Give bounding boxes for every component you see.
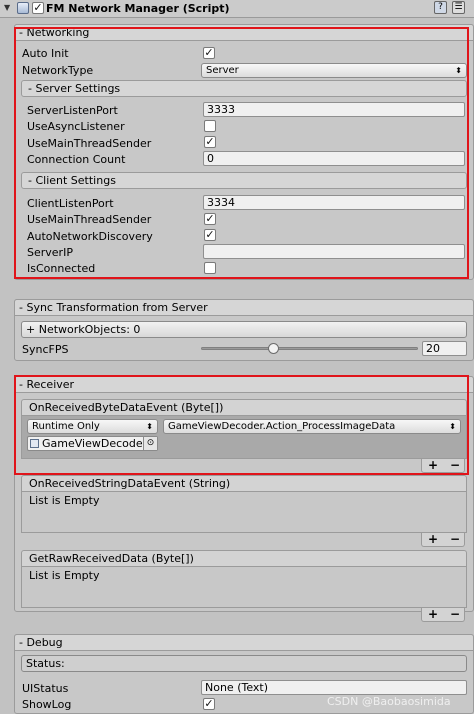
add-listener-button[interactable]: + [428, 459, 438, 471]
ui-status-field[interactable]: None (Text) [201, 680, 467, 695]
network-objects-foldout[interactable]: + NetworkObjects: 0 [21, 321, 467, 338]
server-ip-label: ServerIP [27, 246, 73, 259]
runtime-mode-dropdown[interactable]: Runtime Only ⬍ [27, 419, 158, 434]
string-event-header: OnReceivedStringDataEvent (String) [21, 475, 467, 491]
raw-data-event-list: List is Empty [21, 566, 467, 608]
use-async-listener-checkbox[interactable] [204, 120, 216, 132]
connection-count-field[interactable]: 0 [203, 151, 465, 166]
sync-fps-slider-thumb[interactable] [267, 343, 279, 354]
sync-fps-field[interactable]: 20 [422, 341, 467, 356]
add-listener-button[interactable]: + [428, 533, 438, 545]
runtime-mode-value: Runtime Only [32, 421, 100, 432]
dropdown-caret-icon: ⬍ [146, 422, 153, 431]
component-header[interactable]: ▼ ✓ FM Network Manager (Script) ? ☰ [0, 0, 474, 18]
script-icon [17, 2, 29, 14]
object-picker-icon[interactable]: ⊙ [143, 437, 157, 450]
client-listen-port-label: ClientListenPort [27, 197, 114, 210]
is-connected-checkbox[interactable] [204, 262, 216, 274]
event-function-value: GameViewDecoder.Action_ProcessImageData [168, 421, 396, 432]
network-type-dropdown[interactable]: Server ⬍ [201, 63, 467, 78]
connection-count-label: Connection Count [27, 153, 126, 166]
status-box: Status: [21, 655, 467, 672]
auto-init-label: Auto Init [22, 47, 69, 60]
settings-menu-icon[interactable]: ☰ [452, 1, 465, 14]
networking-header[interactable]: - Networking [14, 24, 474, 41]
server-main-thread-checkbox[interactable]: ✓ [204, 136, 216, 148]
add-listener-button[interactable]: + [428, 608, 438, 620]
server-settings-header[interactable]: - Server Settings [21, 80, 467, 97]
fold-arrow-icon[interactable]: ▼ [4, 3, 10, 12]
help-icon[interactable]: ? [434, 1, 447, 14]
sync-fps-label: SyncFPS [22, 343, 69, 356]
network-type-value: Server [206, 65, 239, 76]
event-target-object-field[interactable]: GameViewDecoder ⊙ [27, 436, 158, 451]
client-settings-header[interactable]: - Client Settings [21, 172, 467, 189]
dropdown-caret-icon: ⬍ [449, 422, 456, 431]
raw-data-event-header: GetRawReceivedData (Byte[]) [21, 550, 467, 566]
component-title: FM Network Manager (Script) [46, 2, 230, 15]
show-log-label: ShowLog [22, 698, 72, 711]
ui-status-label: UIStatus [22, 682, 69, 695]
dropdown-caret-icon: ⬍ [455, 66, 462, 75]
receiver-header[interactable]: - Receiver [14, 376, 474, 393]
string-event-empty-text: List is Empty [29, 494, 100, 507]
network-type-label: NetworkType [22, 64, 94, 77]
byte-event-list-controls: + − [421, 459, 465, 473]
component-enabled-checkbox[interactable]: ✓ [32, 2, 44, 14]
auto-network-discovery-label: AutoNetworkDiscovery [27, 230, 153, 243]
remove-listener-button[interactable]: − [450, 533, 460, 545]
auto-network-discovery-checkbox[interactable]: ✓ [204, 229, 216, 241]
is-connected-label: IsConnected [27, 262, 96, 275]
server-main-thread-label: UseMainThreadSender [27, 137, 152, 150]
client-main-thread-checkbox[interactable]: ✓ [204, 213, 216, 225]
watermark-text: CSDN @Baobaosimida [327, 695, 451, 708]
sync-header[interactable]: - Sync Transformation from Server [14, 299, 474, 316]
remove-listener-button[interactable]: − [450, 459, 460, 471]
remove-listener-button[interactable]: − [450, 608, 460, 620]
debug-header[interactable]: - Debug [14, 634, 474, 651]
client-main-thread-label: UseMainThreadSender [27, 213, 152, 226]
string-event-list: List is Empty [21, 491, 467, 533]
raw-data-event-empty-text: List is Empty [29, 569, 100, 582]
client-listen-port-field[interactable]: 3334 [203, 195, 465, 210]
event-target-object-value: GameViewDecoder [42, 437, 148, 450]
string-event-list-controls: + − [421, 533, 465, 547]
show-log-checkbox[interactable]: ✓ [203, 698, 215, 710]
auto-init-checkbox[interactable]: ✓ [203, 47, 215, 59]
raw-data-event-list-controls: + − [421, 608, 465, 622]
gameobject-icon [30, 439, 39, 448]
server-ip-field[interactable] [203, 244, 465, 259]
sync-fps-slider-track[interactable] [201, 347, 418, 350]
server-listen-port-label: ServerListenPort [27, 104, 118, 117]
use-async-listener-label: UseAsyncListener [27, 120, 125, 133]
byte-event-header: OnReceivedByteDataEvent (Byte[]) [21, 399, 467, 415]
event-function-dropdown[interactable]: GameViewDecoder.Action_ProcessImageData … [163, 419, 461, 434]
server-listen-port-field[interactable]: 3333 [203, 102, 465, 117]
